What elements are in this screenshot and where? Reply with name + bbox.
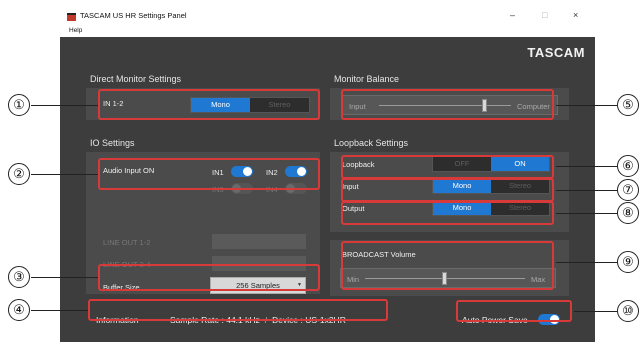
close-button[interactable]: × [573, 10, 578, 20]
callout-3-leader [31, 277, 98, 278]
callout-9: ⑨ [617, 251, 639, 273]
brand-logo: TASCAM [527, 45, 585, 60]
highlight-loopback-output [341, 201, 554, 225]
window-title: TASCAM US HR Settings Panel [80, 11, 187, 20]
highlight-auto-power-save [456, 300, 572, 322]
direct-monitor-title: Direct Monitor Settings [90, 74, 182, 84]
callout-4: ④ [8, 299, 30, 321]
title-bar: TASCAM US HR Settings Panel – □ × [60, 8, 595, 26]
highlight-broadcast-volume [341, 241, 554, 290]
callout-7-leader [556, 190, 617, 191]
callout-9-leader [556, 262, 617, 263]
highlight-audio-input [98, 158, 320, 190]
monitor-balance-title: Monitor Balance [334, 74, 400, 84]
callout-3: ③ [8, 266, 30, 288]
loopback-settings-title: Loopback Settings [334, 138, 409, 148]
menu-help[interactable]: Help [69, 27, 82, 34]
tascam-app-icon [67, 13, 76, 21]
minimize-button[interactable]: – [510, 10, 515, 20]
callout-10: ⑩ [617, 300, 639, 322]
highlight-information [88, 299, 388, 321]
callout-1: ① [8, 94, 30, 116]
callout-5: ⑤ [617, 94, 639, 116]
highlight-loopback [341, 155, 554, 179]
callout-2: ② [8, 163, 30, 185]
menu-bar: Help [60, 26, 595, 37]
callout-6-leader [556, 166, 617, 167]
callout-1-leader [31, 105, 98, 106]
callout-6: ⑥ [617, 155, 639, 177]
highlight-direct-monitor [98, 89, 320, 120]
highlight-loopback-input [341, 178, 554, 202]
callout-2-leader [31, 174, 98, 175]
highlight-monitor-balance [341, 89, 554, 120]
callout-8: ⑧ [617, 202, 639, 224]
line-out-12-field [212, 234, 306, 249]
line-out-12-label: LINE OUT 1-2 [103, 238, 151, 247]
highlight-buffer-size [98, 264, 320, 291]
callout-10-leader [574, 311, 617, 312]
maximize-button[interactable]: □ [542, 10, 547, 20]
screenshot: TASCAM US HR Settings Panel – □ × Help T… [0, 0, 642, 342]
callout-4-leader [31, 310, 88, 311]
callout-7: ⑦ [617, 179, 639, 201]
io-settings-title: IO Settings [90, 138, 135, 148]
callout-8-leader [556, 213, 617, 214]
callout-5-leader [556, 105, 617, 106]
